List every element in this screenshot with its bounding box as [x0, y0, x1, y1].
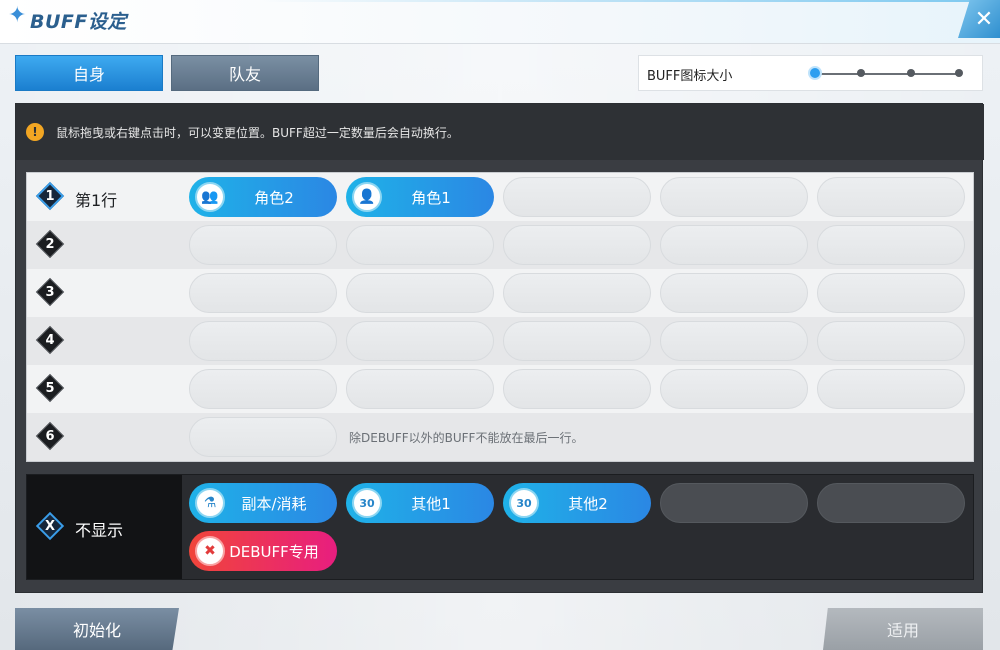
empty-slot[interactable]	[346, 321, 494, 361]
hidden-buff-pill[interactable]: ⚗ 副本/消耗	[189, 483, 337, 523]
row-number-badge: 5	[35, 373, 65, 403]
empty-slot[interactable]	[817, 273, 965, 313]
buff-row-6: 6 除DEBUFF以外的BUFF不能放在最后一行。	[27, 413, 973, 461]
buff-group-label: 角色2	[254, 188, 294, 207]
empty-slot[interactable]	[346, 369, 494, 409]
empty-slot[interactable]	[660, 483, 808, 523]
person-icon: 👤	[352, 182, 382, 212]
hidden-buff-label: 副本/消耗	[241, 494, 307, 513]
empty-slot[interactable]	[346, 225, 494, 265]
empty-slot[interactable]	[189, 417, 337, 457]
info-icon: !	[26, 123, 44, 141]
empty-slot[interactable]	[346, 273, 494, 313]
buff-row-3: 3	[27, 269, 973, 317]
hidden-buffs-section: X 不显示 ⚗ 副本/消耗 30 其他1 30 其他2 ✖ DEBUFF专用	[26, 474, 974, 580]
empty-slot[interactable]	[189, 369, 337, 409]
empty-slot[interactable]	[503, 177, 651, 217]
empty-slot[interactable]	[660, 369, 808, 409]
empty-slot[interactable]	[817, 225, 965, 265]
buff-layout-panel: ! 鼠标拖曳或右键点击时，可以变更位置。BUFF超过一定数量后会自动换行。 1 第…	[15, 103, 984, 593]
buff-row-2: 2	[27, 221, 973, 269]
window-title: BUFF设定	[30, 11, 127, 33]
tab-self[interactable]: 自身	[15, 55, 163, 91]
row-number-badge: 1	[35, 181, 65, 211]
hidden-buff-label: 其他1	[411, 494, 451, 513]
row-number: 6	[45, 428, 55, 444]
buff-group-label: 角色1	[411, 188, 451, 207]
row-name: 第1行	[75, 191, 118, 210]
icon-size-step-3[interactable]	[907, 69, 915, 77]
empty-slot[interactable]	[817, 483, 965, 523]
empty-slot[interactable]	[817, 177, 965, 217]
icon-size-step-4[interactable]	[955, 69, 963, 77]
hidden-buff-label: DEBUFF专用	[229, 542, 319, 561]
timer-30-icon: 30	[352, 488, 382, 518]
notice-text: 鼠标拖曳或右键点击时，可以变更位置。BUFF超过一定数量后会自动换行。	[56, 126, 459, 140]
buff-group-pill[interactable]: 👤 角色1	[346, 177, 494, 217]
last-row-note: 除DEBUFF以外的BUFF不能放在最后一行。	[349, 431, 584, 445]
hidden-header: X 不显示	[27, 475, 182, 579]
buff-row-5: 5	[27, 365, 973, 413]
icon-size-slider-track[interactable]	[815, 73, 961, 75]
empty-slot[interactable]	[817, 321, 965, 361]
title-accent-line	[260, 0, 1000, 2]
party-icon: 👥	[195, 182, 225, 212]
hidden-badge: X	[35, 511, 65, 541]
flask-icon: ⚗	[195, 488, 225, 518]
debuff-icon: ✖	[195, 536, 225, 566]
sparkle-icon: ✦	[8, 3, 27, 28]
hidden-buff-pill[interactable]: ✖ DEBUFF专用	[189, 531, 337, 571]
icon-size-setting: BUFF图标大小	[638, 55, 983, 91]
row-number: 5	[45, 380, 55, 396]
empty-slot[interactable]	[189, 321, 337, 361]
buff-group-pill[interactable]: 👥 角色2	[189, 177, 337, 217]
icon-size-step-2[interactable]	[857, 69, 865, 77]
empty-slot[interactable]	[817, 369, 965, 409]
notice-bar: ! 鼠标拖曳或右键点击时，可以变更位置。BUFF超过一定数量后会自动换行。	[16, 104, 984, 160]
row-number: 3	[45, 284, 55, 300]
close-icon: ✕	[974, 6, 994, 32]
hidden-badge-label: X	[44, 518, 56, 534]
tab-teammates[interactable]: 队友	[171, 55, 319, 91]
row-number: 1	[45, 188, 55, 204]
buff-row-4: 4	[27, 317, 973, 365]
title-bar: ✦ BUFF设定 ✕	[0, 0, 1000, 44]
reset-button-label: 初始化	[72, 621, 121, 640]
empty-slot[interactable]	[660, 177, 808, 217]
empty-slot[interactable]	[660, 321, 808, 361]
row-number-badge: 2	[35, 229, 65, 259]
tab-self-label: 自身	[72, 65, 105, 84]
empty-slot[interactable]	[503, 321, 651, 361]
row-number: 2	[45, 236, 55, 252]
hidden-buff-label: 其他2	[568, 494, 608, 513]
empty-slot[interactable]	[189, 273, 337, 313]
empty-slot[interactable]	[503, 225, 651, 265]
row-number: 4	[45, 332, 55, 348]
buff-row-1: 1 第1行 👥 角色2 👤 角色1	[27, 173, 973, 221]
tab-teammates-label: 队友	[228, 65, 261, 84]
timer-30-icon: 30	[509, 488, 539, 518]
empty-slot[interactable]	[660, 225, 808, 265]
hidden-buff-pill[interactable]: 30 其他1	[346, 483, 494, 523]
icon-size-label: BUFF图标大小	[647, 69, 733, 84]
row-number-badge: 3	[35, 277, 65, 307]
hidden-buff-pill[interactable]: 30 其他2	[503, 483, 651, 523]
icon-size-slider-knob[interactable]	[808, 66, 822, 80]
reset-button[interactable]: 初始化	[15, 608, 179, 650]
close-button[interactable]: ✕	[958, 0, 1000, 38]
buff-rows: 1 第1行 👥 角色2 👤 角色1 2 3 4 5 6 除DEBUFF以外的BUFF不能放在最后一行。	[26, 172, 974, 462]
empty-slot[interactable]	[660, 273, 808, 313]
row-number-badge: 4	[35, 325, 65, 355]
apply-button-label: 适用	[886, 621, 919, 640]
empty-slot[interactable]	[503, 369, 651, 409]
empty-slot[interactable]	[189, 225, 337, 265]
empty-slot[interactable]	[503, 273, 651, 313]
apply-button[interactable]: 适用	[823, 608, 983, 650]
row-number-badge: 6	[35, 421, 65, 451]
hidden-section-title: 不显示	[75, 521, 124, 540]
